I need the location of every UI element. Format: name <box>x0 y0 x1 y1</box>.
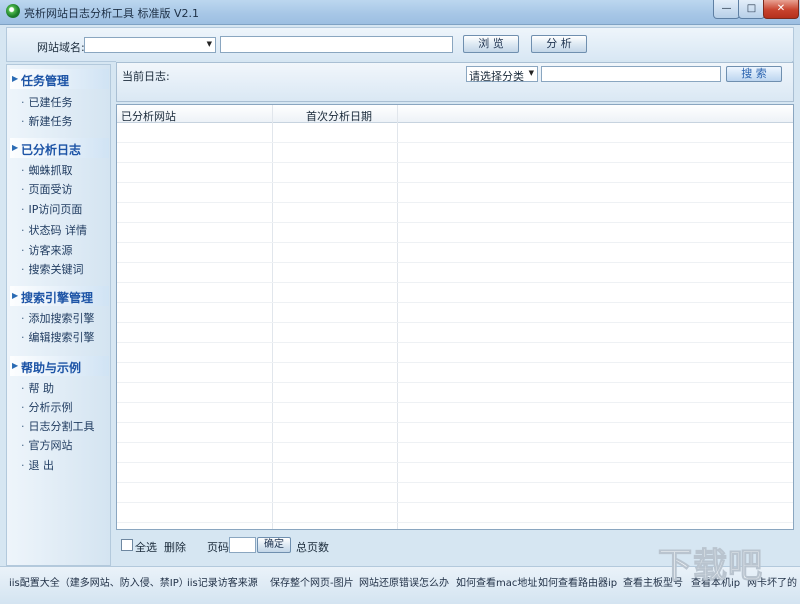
sidebar-section-title: 帮助与示例 <box>21 361 82 375</box>
sidebar-item-status-codes[interactable]: · 状态码 详情 <box>21 222 87 238</box>
search-input[interactable] <box>541 66 721 82</box>
column-header-first-date[interactable]: 首次分析日期 <box>306 108 372 124</box>
column-header-site[interactable]: 已分析网站 <box>121 108 176 124</box>
grid-line <box>117 382 793 383</box>
sidebar-section-title: 已分析日志 <box>21 143 82 157</box>
grid-line <box>117 162 793 163</box>
caret-right-icon: ▶ <box>12 143 19 152</box>
status-link-save-page[interactable]: 保存整个网页-图片 <box>270 574 354 589</box>
status-link-restore-error[interactable]: 网站还原错误怎么办 <box>359 574 449 589</box>
search-button[interactable]: 搜 索 <box>726 66 782 82</box>
grid-line <box>117 322 793 323</box>
table-header: 已分析网站 首次分析日期 <box>117 105 793 123</box>
category-select-value: 请选择分类 <box>469 70 524 83</box>
grid-line <box>117 242 793 243</box>
grid-line <box>117 522 793 523</box>
sidebar-item-examples[interactable]: · 分析示例 <box>21 399 73 415</box>
page-number-input[interactable] <box>229 537 256 553</box>
grid-line <box>117 302 793 303</box>
grid-line <box>117 502 793 503</box>
sidebar-section-task-management[interactable]: ▶ 任务管理 <box>10 69 109 89</box>
grid-line <box>117 482 793 483</box>
chevron-down-icon: ▼ <box>528 69 534 77</box>
select-all-checkbox[interactable] <box>121 539 133 551</box>
grid-line <box>117 462 793 463</box>
main-panel: 当前日志: 请选择分类 ▼ 搜 索 已分析网站 首次分析日期 全选 删除 页码 … <box>116 60 794 563</box>
current-log-label: 当前日志: <box>122 70 170 83</box>
status-link-router-ip[interactable]: 如何查看路由器ip <box>538 574 617 589</box>
grid-line <box>117 282 793 283</box>
caret-right-icon: ▶ <box>12 291 19 300</box>
analyzed-sites-table: 已分析网站 首次分析日期 <box>116 104 794 530</box>
minimize-button[interactable]: — <box>713 0 740 19</box>
status-link-mac-address[interactable]: 如何查看mac地址 <box>456 574 537 589</box>
sidebar-item-created-tasks[interactable]: · 已建任务 <box>21 94 73 110</box>
maximize-button[interactable]: □ <box>738 0 765 19</box>
confirm-page-button[interactable]: 确定 <box>257 537 291 553</box>
chevron-down-icon: ▼ <box>206 40 212 48</box>
grid-line <box>117 362 793 363</box>
category-select[interactable]: 请选择分类 ▼ <box>466 66 538 83</box>
column-divider <box>272 105 273 529</box>
watermark: 下载吧 <box>658 546 763 587</box>
domain-label: 网站域名: <box>37 41 85 54</box>
grid-line <box>117 442 793 443</box>
browse-button[interactable]: 浏 览 <box>463 35 519 53</box>
sidebar-item-exit[interactable]: · 退 出 <box>21 457 54 473</box>
sidebar-section-help[interactable]: ▶ 帮助与示例 <box>10 356 109 376</box>
sidebar-item-spider-crawl[interactable]: · 蜘蛛抓取 <box>21 162 73 178</box>
window-title: 亮析网站日志分析工具 标准版 V2.1 <box>24 7 200 20</box>
sidebar-section-search-engines[interactable]: ▶ 搜索引擎管理 <box>10 286 109 306</box>
sidebar-item-log-splitter[interactable]: · 日志分割工具 <box>21 418 95 434</box>
grid-line <box>117 422 793 423</box>
grid-line <box>117 142 793 143</box>
close-button[interactable]: ✕ <box>763 0 799 19</box>
sidebar-item-visitor-source[interactable]: · 访客来源 <box>21 242 73 258</box>
sidebar-item-search-keywords[interactable]: · 搜索关键词 <box>21 261 84 277</box>
page-label: 页码 <box>207 541 229 554</box>
delete-link[interactable]: 删除 <box>164 539 186 555</box>
sidebar-item-help[interactable]: · 帮 助 <box>21 380 54 396</box>
grid-line <box>117 342 793 343</box>
grid-line <box>117 182 793 183</box>
sidebar-item-add-engine[interactable]: · 添加搜索引擎 <box>21 310 95 326</box>
log-toolbar: 当前日志: 请选择分类 ▼ 搜 索 <box>116 62 794 102</box>
log-path-input[interactable] <box>220 36 453 53</box>
grid-line <box>117 262 793 263</box>
domain-toolbar: 网站域名: ▼ 浏 览 分 析 <box>6 27 794 62</box>
sidebar-section-title: 搜索引擎管理 <box>21 291 94 305</box>
select-all-label[interactable]: 全选 <box>135 539 157 555</box>
sidebar-section-analyzed-logs[interactable]: ▶ 已分析日志 <box>10 138 109 158</box>
domain-select[interactable]: ▼ <box>84 37 216 53</box>
status-link-iis-source[interactable]: iis记录访客来源 <box>187 574 258 589</box>
sidebar-item-official-site[interactable]: · 官方网站 <box>21 437 73 453</box>
sidebar-item-page-visits[interactable]: · 页面受访 <box>21 181 73 197</box>
sidebar-item-ip-pages[interactable]: · IP访问页面 <box>21 201 82 217</box>
sidebar-item-new-task[interactable]: · 新建任务 <box>21 113 73 129</box>
grid-line <box>117 402 793 403</box>
sidebar: ▶ 任务管理 · 已建任务 · 新建任务 ▶ 已分析日志 · 蜘蛛抓取 · 页面受访 ·… <box>6 64 111 566</box>
caret-right-icon: ▶ <box>12 361 19 370</box>
analyze-button[interactable]: 分 析 <box>531 35 587 53</box>
grid-line <box>117 202 793 203</box>
title-bar: 亮析网站日志分析工具 标准版 V2.1 — □ ✕ <box>0 0 800 25</box>
column-divider <box>397 105 398 529</box>
sidebar-item-edit-engine[interactable]: · 编辑搜索引擎 <box>21 329 95 345</box>
total-pages-label: 总页数 <box>296 541 329 554</box>
status-link-iis-config[interactable]: iis配置大全（建多网站、防入侵、禁IP） <box>9 574 189 589</box>
caret-right-icon: ▶ <box>12 74 19 83</box>
app-logo-icon <box>6 4 20 18</box>
grid-line <box>117 222 793 223</box>
sidebar-section-title: 任务管理 <box>21 74 70 88</box>
